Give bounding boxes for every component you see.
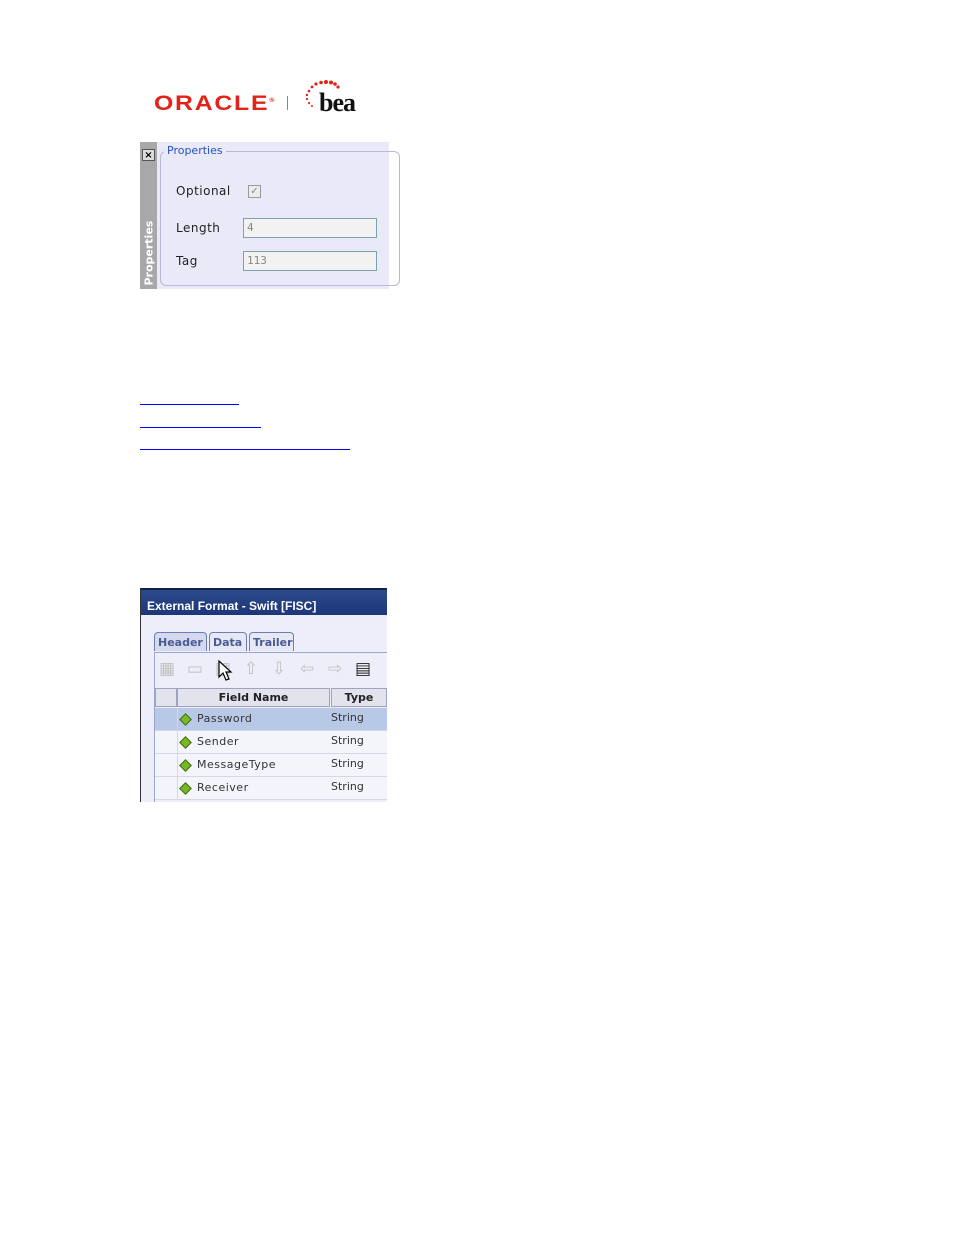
field-icon [179, 713, 192, 726]
row-selector[interactable] [155, 731, 178, 753]
field-name: Sender [197, 735, 239, 748]
panel-title: External Format - Swift [FISC] [141, 588, 387, 615]
field-icon [179, 782, 192, 795]
field-type: String [331, 734, 364, 747]
length-input[interactable]: 4 [243, 218, 377, 238]
add-folder-icon[interactable]: ▭ [184, 658, 206, 680]
field-type: String [331, 780, 364, 793]
oracle-wordmark: ORACLE® [154, 92, 275, 115]
table-row[interactable]: Password String [155, 708, 387, 731]
row-selector-header [155, 688, 177, 707]
field-name: Password [197, 712, 253, 725]
table-row[interactable]: Receiver String [155, 777, 387, 800]
field-name: Receiver [197, 781, 249, 794]
properties-sidebar: × Properties [140, 142, 157, 289]
external-format-panel: External Format - Swift [FISC] Header Da… [140, 588, 387, 802]
properties-sidebar-label: Properties [142, 220, 156, 286]
field-name: MessageType [197, 758, 276, 771]
move-right-icon[interactable]: ⇨ [324, 658, 346, 680]
field-icon [179, 736, 192, 749]
properties-icon[interactable]: ▤ [352, 658, 374, 680]
close-icon[interactable]: × [142, 149, 155, 161]
move-down-icon[interactable]: ⇩ [268, 658, 290, 680]
oracle-bea-logo: ORACLE® bea [154, 78, 364, 118]
field-type: String [331, 711, 364, 724]
field-icon [179, 759, 192, 772]
optional-checkbox[interactable]: ✓ [248, 185, 261, 198]
table-row[interactable]: Sender String [155, 731, 387, 754]
column-header-type[interactable]: Type [331, 688, 387, 707]
move-up-icon[interactable]: ⇧ [240, 658, 262, 680]
link-2[interactable] [140, 427, 261, 428]
tab-header[interactable]: Header [154, 632, 207, 651]
field-type: String [331, 757, 364, 770]
properties-panel: × Properties Properties Optional ✓ Lengt… [140, 142, 400, 289]
bea-wordmark: bea [319, 88, 356, 117]
move-left-icon[interactable]: ⇦ [296, 658, 318, 680]
logo-separator [287, 96, 288, 110]
column-header-field-name[interactable]: Field Name [177, 688, 330, 707]
length-label: Length [176, 221, 221, 235]
properties-legend: Properties [164, 144, 226, 157]
add-table-icon[interactable]: ▦ [156, 658, 178, 680]
mouse-cursor-icon [218, 660, 233, 681]
row-selector[interactable] [155, 708, 178, 730]
table-row[interactable]: MessageType String [155, 754, 387, 777]
link-3[interactable] [140, 449, 350, 450]
tab-data[interactable]: Data [209, 632, 247, 651]
tag-label: Tag [176, 254, 198, 268]
link-1[interactable] [140, 404, 239, 405]
tag-input[interactable]: 113 [243, 251, 377, 271]
tab-trailer[interactable]: Trailer [249, 632, 294, 651]
optional-label: Optional [176, 184, 231, 198]
row-selector[interactable] [155, 777, 178, 799]
row-selector[interactable] [155, 754, 178, 776]
